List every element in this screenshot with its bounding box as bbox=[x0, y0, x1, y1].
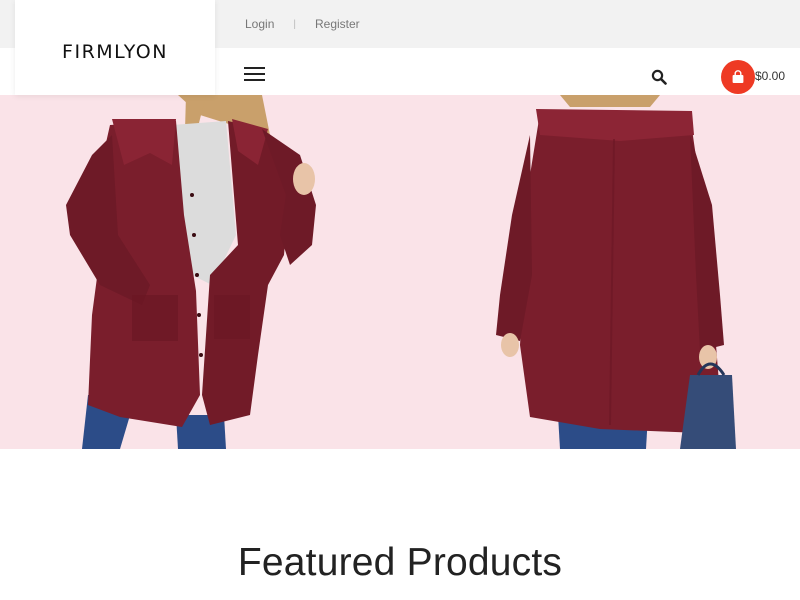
hero-banner[interactable] bbox=[0, 95, 800, 449]
featured-products-heading: Featured Products bbox=[237, 541, 563, 584]
link-separator: | bbox=[293, 18, 296, 30]
account-links: Login | Register bbox=[245, 0, 360, 48]
cart-total[interactable]: $0.00 bbox=[755, 69, 785, 83]
hero-image bbox=[0, 95, 800, 449]
cart-button[interactable] bbox=[721, 60, 755, 94]
login-link[interactable]: Login bbox=[245, 17, 274, 31]
register-link[interactable]: Register bbox=[315, 17, 360, 31]
hamburger-menu-icon[interactable] bbox=[244, 67, 265, 82]
search-icon[interactable] bbox=[651, 69, 667, 85]
logo-container[interactable]: FIRMLYON bbox=[15, 0, 215, 95]
site-logo[interactable]: FIRMLYON bbox=[62, 41, 168, 63]
shopping-bag-icon bbox=[732, 70, 744, 83]
